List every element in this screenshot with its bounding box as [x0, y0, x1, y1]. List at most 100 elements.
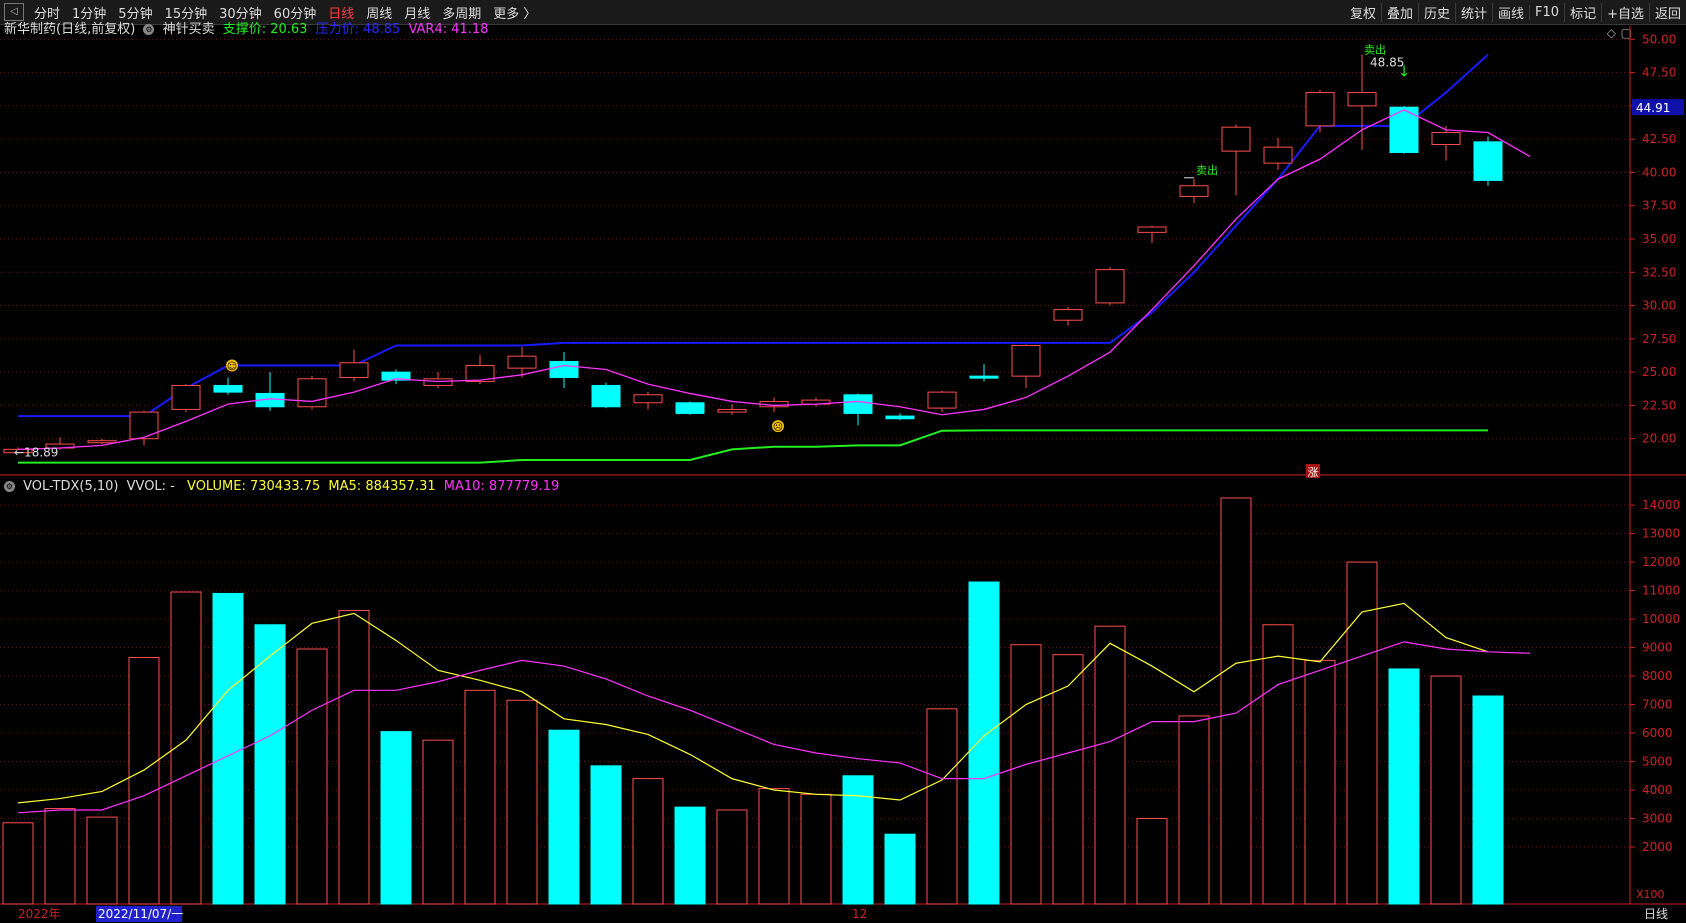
smile-icon-glyph: ☺	[227, 361, 237, 372]
volume-bar	[254, 624, 286, 905]
volume-bar	[422, 739, 454, 905]
volume-bar	[1052, 654, 1084, 905]
vol-tick-label: 7000	[1642, 698, 1673, 712]
volume-bar	[632, 778, 664, 905]
candle-body	[339, 362, 369, 378]
candle-body	[591, 384, 621, 408]
candle-body	[1347, 92, 1377, 107]
volume-bar	[1304, 659, 1336, 905]
price-tick-label: 37.50	[1642, 199, 1676, 213]
candle-body	[1263, 146, 1293, 164]
candle-body	[213, 384, 243, 393]
candle-body	[1137, 226, 1167, 233]
low-price-label: ←18.89	[14, 445, 58, 459]
candle-body	[843, 394, 873, 414]
sell-signal-label: 卖出	[1196, 163, 1218, 177]
volume-bar	[926, 708, 958, 905]
price-tick-label: 25.00	[1642, 365, 1676, 379]
volume-bar	[2, 822, 34, 905]
volume-bar	[674, 806, 706, 905]
support-line	[18, 429, 1488, 464]
candle-body	[549, 360, 579, 378]
volume-bar	[548, 729, 580, 905]
candle-body	[969, 375, 999, 379]
price-tick-label: 32.50	[1642, 265, 1676, 279]
candle-body	[675, 402, 705, 414]
volume-bar	[212, 592, 244, 905]
volume-bar	[800, 793, 832, 905]
price-tick-label: 30.00	[1642, 299, 1676, 313]
volume-bar	[590, 765, 622, 905]
price-tick-label: 20.00	[1642, 432, 1676, 446]
x-cursor-date: 2022/11/07/一	[98, 907, 183, 921]
volume-bar	[464, 689, 496, 905]
sell-signal-label: 卖出	[1364, 43, 1386, 57]
price-tick-label: 42.50	[1642, 132, 1676, 146]
price-tick-label: 40.00	[1642, 165, 1676, 179]
volume-bar	[380, 731, 412, 905]
volume-bar	[338, 610, 370, 905]
vol-tick-label: 2000	[1642, 840, 1673, 854]
volume-bar	[884, 833, 916, 905]
candle-body	[87, 440, 117, 444]
volume-bar	[758, 788, 790, 905]
price-tick-label: 27.50	[1642, 332, 1676, 346]
x-year-label: 2022年	[18, 907, 61, 921]
volume-bar	[1388, 668, 1420, 905]
stock-chart[interactable]: 20.00 22.50 25.00 27.50 30.00 32.50 35.00 37.50…	[0, 0, 1686, 923]
vol-tick-label: 5000	[1642, 755, 1673, 769]
volume-bar	[1094, 625, 1126, 905]
vol-tick-label: 8000	[1642, 669, 1673, 683]
candle-body	[1011, 345, 1041, 377]
candle-body	[129, 411, 159, 440]
volume-bar	[296, 648, 328, 905]
volume-bar	[1178, 715, 1210, 905]
candle-body	[1221, 126, 1251, 152]
vol-tick-label: 9000	[1642, 641, 1673, 655]
vol-tick-label: 13000	[1642, 527, 1680, 541]
volume-bar	[44, 808, 76, 905]
volume-bar	[968, 581, 1000, 905]
volume-bar	[1346, 561, 1378, 905]
price-tick-label: 22.50	[1642, 398, 1676, 412]
candle-body	[1179, 185, 1209, 197]
x-month-label: 12	[852, 907, 867, 921]
vol-tick-label: 14000	[1642, 498, 1680, 512]
price-tick-label: 50.00	[1642, 32, 1676, 46]
price-tick-label: 47.50	[1642, 66, 1676, 80]
volume-bar	[1430, 675, 1462, 905]
volume-bar	[506, 699, 538, 905]
vol-tick-label: 3000	[1642, 812, 1673, 826]
candle-body	[1431, 132, 1461, 145]
vol-ma10-line	[17, 641, 1531, 814]
candle-body	[297, 378, 327, 408]
period-label: 日线	[1644, 907, 1668, 921]
zhang-mark: 涨	[1308, 466, 1319, 479]
price-tick-label: 35.00	[1642, 232, 1676, 246]
candle-body	[1305, 92, 1335, 127]
volume-bar	[1010, 644, 1042, 905]
candle-body	[171, 384, 201, 410]
vol-tick-label: 10000	[1642, 612, 1680, 626]
vol-unit-label: X100	[1636, 888, 1665, 901]
volume-bar	[1136, 818, 1168, 905]
candle-body	[633, 394, 663, 404]
volume-bar	[128, 657, 160, 905]
candle-body	[927, 391, 957, 409]
frown-icon-glyph: ☹	[773, 422, 783, 433]
pressure-line	[18, 53, 1489, 418]
vol-tick-label: 12000	[1642, 555, 1680, 569]
volume-bar	[1220, 497, 1252, 905]
current-price-label: 44.91	[1636, 101, 1670, 115]
candle-body	[1095, 269, 1125, 304]
candle-body	[423, 378, 453, 386]
candle-body	[717, 408, 747, 413]
candle-body	[1473, 141, 1503, 181]
candle-body	[507, 355, 537, 369]
vol-tick-label: 4000	[1642, 783, 1673, 797]
volume-bar	[1262, 624, 1294, 905]
volume-bar	[1472, 695, 1504, 905]
volume-bar	[716, 809, 748, 905]
vol-tick-label: 11000	[1642, 584, 1680, 598]
volume-bar	[86, 816, 118, 905]
